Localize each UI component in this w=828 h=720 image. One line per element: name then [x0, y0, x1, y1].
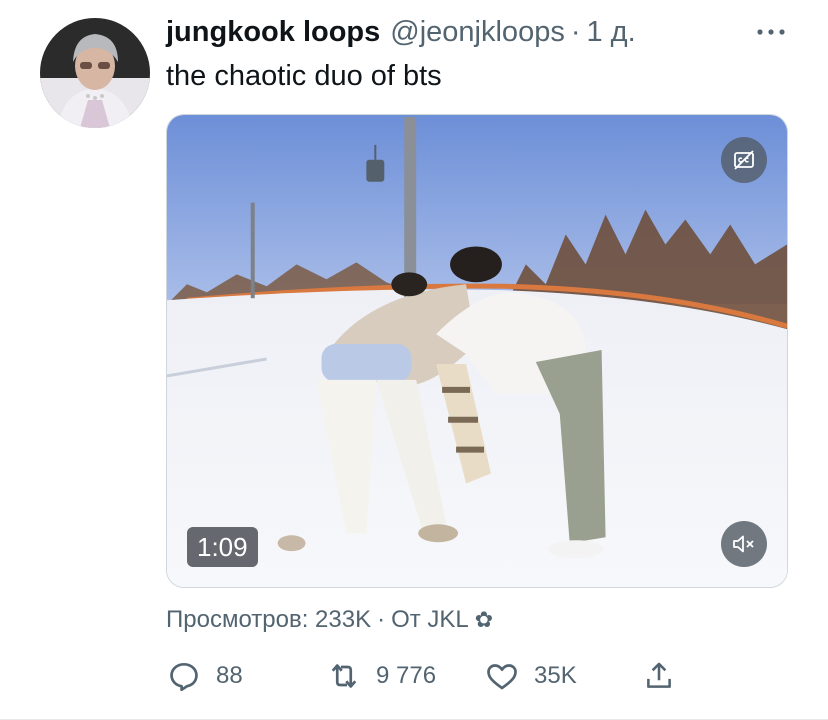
captions-button[interactable]: [721, 137, 767, 183]
video-frame: [167, 115, 787, 587]
tweet-text: the chaotic duo of bts: [166, 60, 442, 92]
user-handle[interactable]: @jeonjkloops: [390, 16, 565, 49]
like-button[interactable]: 35K: [484, 656, 577, 696]
share-button[interactable]: [642, 656, 676, 696]
video-duration: 1:09: [187, 527, 258, 567]
share-icon: [647, 662, 671, 688]
retweet-count: 9 776: [376, 662, 437, 689]
closed-captions-off-icon: [734, 150, 754, 170]
view-count-row: Просмотров: 233K · От JKL ✿: [166, 606, 493, 634]
tweet-time[interactable]: 1 д.: [587, 16, 636, 49]
source-label[interactable]: От JKL: [391, 606, 469, 634]
reply-icon: [170, 662, 198, 692]
flower-icon: ✿: [474, 607, 494, 632]
action-bar: 88 9 776 35K: [166, 656, 686, 696]
retweet-button[interactable]: 9 776: [326, 656, 436, 696]
video-player[interactable]: 1:09: [166, 114, 788, 588]
reply-count: 88: [216, 662, 243, 689]
avatar-image: [40, 18, 150, 128]
more-options-icon[interactable]: [754, 22, 788, 42]
reply-button[interactable]: 88: [166, 656, 243, 696]
retweet-icon: [331, 664, 357, 688]
like-count: 35K: [534, 662, 577, 689]
avatar[interactable]: [40, 18, 150, 128]
meta-separator: ·: [377, 606, 386, 633]
muted-speaker-icon: [733, 535, 754, 553]
mute-button[interactable]: [721, 521, 767, 567]
tweet-header: jungkook loops @jeonjkloops · 1 д.: [166, 16, 788, 52]
header-separator: ·: [570, 16, 581, 48]
view-count[interactable]: Просмотров: 233K: [166, 606, 371, 634]
display-name[interactable]: jungkook loops: [166, 16, 380, 49]
heart-icon: [487, 664, 517, 690]
